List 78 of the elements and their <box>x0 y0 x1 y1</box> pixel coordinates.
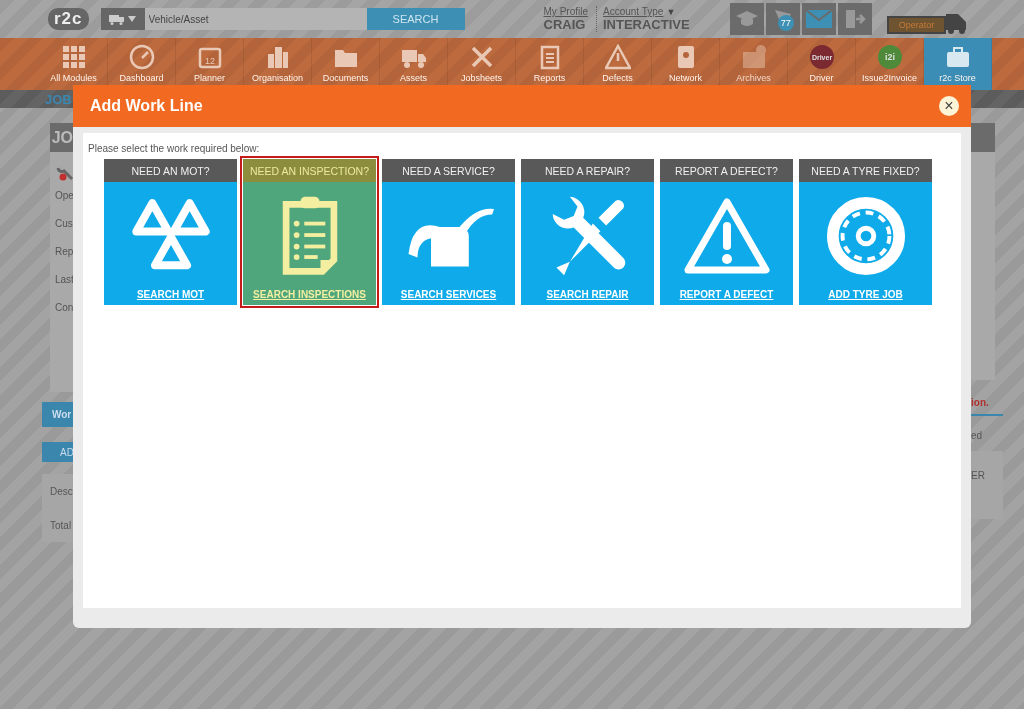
work-option-tile[interactable]: NEED A SERVICE? SEARCH SERVICES <box>382 159 515 305</box>
account-type-link[interactable]: Account Type <box>603 6 664 17</box>
logo[interactable]: r2c <box>48 8 89 30</box>
table-cell: Desc <box>50 485 73 497</box>
field-label: Last <box>54 273 73 287</box>
table-cell: Total <box>50 519 73 531</box>
tile-question: REPORT A DEFECT? <box>675 164 778 177</box>
field-label: Rep <box>54 245 73 259</box>
tile-link[interactable]: ADD TYRE JOB <box>828 289 903 300</box>
exit-icon <box>843 8 866 30</box>
work-option-tile[interactable]: NEED AN MOT? SEARCH MOT <box>104 159 237 305</box>
warning-icon <box>604 44 631 70</box>
work-option-tile[interactable]: REPORT A DEFECT? REPORT A DEFECT <box>660 159 793 305</box>
field-label: Con <box>54 301 73 315</box>
module-label: All Modules <box>50 73 97 83</box>
user-name: CRAIG <box>543 17 586 32</box>
module-label: Archives <box>736 73 771 83</box>
field-label: Cus <box>54 217 73 231</box>
tyre-icon <box>824 194 907 277</box>
tile-link[interactable]: REPORT A DEFECT <box>679 289 774 300</box>
gauge-icon <box>128 44 155 70</box>
work-tab[interactable]: Wor <box>42 402 73 427</box>
search-button[interactable]: SEARCH <box>366 8 465 30</box>
module-label: Documents <box>322 73 369 83</box>
account-type: INTERACTIVE <box>603 17 690 32</box>
grid-icon <box>60 44 87 70</box>
module-label: Reports <box>533 73 566 83</box>
tile-question: NEED AN INSPECTION? <box>250 164 369 177</box>
module-label: Planner <box>194 73 225 83</box>
tile-link[interactable]: SEARCH REPAIR <box>546 289 629 300</box>
dialog-title: Add Work Line <box>90 97 203 115</box>
card-title: JO <box>51 128 73 147</box>
module-tab[interactable]: r2c Store <box>924 38 992 90</box>
section-title: JOB <box>45 91 72 107</box>
tile-question: NEED AN MOT? <box>131 164 210 177</box>
tile-question: NEED A REPAIR? <box>545 164 630 177</box>
training-button[interactable] <box>729 3 764 35</box>
module-label: Driver <box>809 73 834 83</box>
envelope-icon <box>805 10 832 28</box>
graduation-cap-icon <box>734 10 759 28</box>
tile-question: NEED A SERVICE? <box>402 164 495 177</box>
alerts-button[interactable]: 77 <box>765 3 800 35</box>
truck-icon <box>109 13 126 25</box>
table-cell: ER <box>971 470 985 481</box>
tile-link[interactable]: SEARCH SERVICES <box>400 289 497 300</box>
profile-link[interactable]: My Profile <box>543 6 588 17</box>
module-label: Jobsheets <box>461 73 502 83</box>
work-option-tile[interactable]: NEED AN INSPECTION? SEARCH INSPECTIONS <box>243 159 376 305</box>
briefcase-icon <box>944 44 971 70</box>
tile-link[interactable]: SEARCH MOT <box>136 289 205 300</box>
module-label: Issue2Invoice <box>861 73 917 83</box>
instruction-text: Please select the work required below: <box>88 143 261 154</box>
caret: ▼ <box>666 6 676 17</box>
search-field[interactable]: Vehicle/Asset <box>144 8 367 30</box>
tab-label: Wor <box>52 409 72 420</box>
field-label: Ope <box>54 189 73 203</box>
module-label: Assets <box>400 73 427 83</box>
badge-icon: i2i <box>876 44 903 70</box>
module-label: Organisation <box>252 73 303 83</box>
module-label: Defects <box>602 73 633 83</box>
work-option-tile[interactable]: NEED A REPAIR? SEARCH REPAIR <box>521 159 654 305</box>
operator-label: Operator <box>886 16 947 34</box>
module-label: Network <box>669 73 702 83</box>
add-button[interactable]: AD <box>42 442 73 462</box>
messages-button[interactable] <box>801 3 836 35</box>
asset-type-dropdown[interactable] <box>100 8 145 30</box>
status-text: ed <box>971 430 984 441</box>
tile-link[interactable]: SEARCH INSPECTIONS <box>253 289 366 300</box>
card-header <box>971 123 995 152</box>
module-label: r2c Store <box>939 73 976 83</box>
caret-icon <box>128 16 137 22</box>
archive-icon <box>740 44 767 70</box>
work-option-tile[interactable]: NEED A TYRE FIXED? ADD TYRE JOB <box>799 159 932 305</box>
tile-question: NEED A TYRE FIXED? <box>811 164 920 177</box>
module-label: Dashboard <box>119 73 164 83</box>
logout-button[interactable] <box>837 3 872 35</box>
close-button[interactable]: × <box>939 96 959 116</box>
notification-count: 77 <box>777 15 794 31</box>
